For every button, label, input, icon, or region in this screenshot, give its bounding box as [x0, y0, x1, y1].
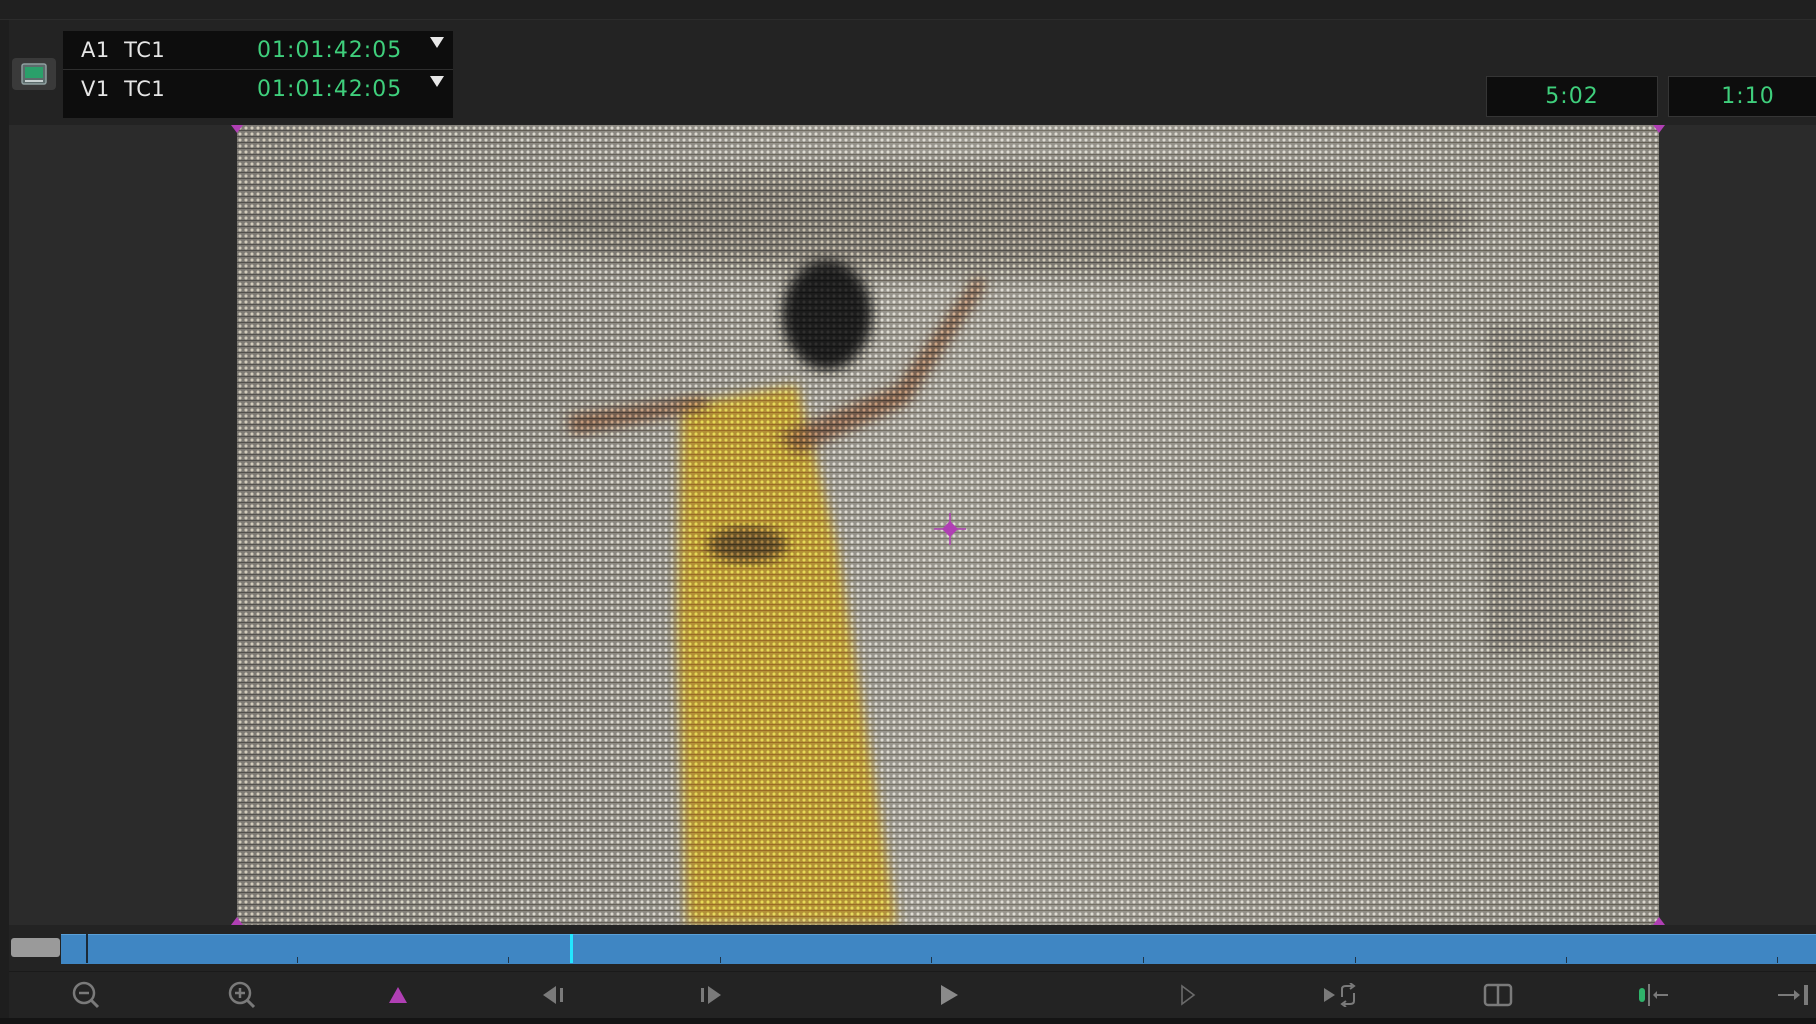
- crosshair-icon: [934, 513, 966, 545]
- position-bar[interactable]: [61, 934, 1816, 964]
- corner-marker-icon: [231, 917, 243, 925]
- split-view-button[interactable]: [1476, 976, 1520, 1014]
- mark-clip-button[interactable]: [376, 976, 420, 1014]
- track-label: A1 TC1: [81, 38, 166, 62]
- trim-icon: [1639, 984, 1668, 1006]
- dropdown-arrow-icon[interactable]: [430, 37, 444, 48]
- timecode-display: A1 TC1 01:01:42:05 V1 TC1 01:01:42:05: [63, 31, 453, 118]
- corner-marker-icon: [1653, 125, 1665, 133]
- timecode-row-v1[interactable]: V1 TC1 01:01:42:05: [63, 70, 453, 108]
- zoom-in-button[interactable]: [220, 976, 264, 1014]
- play-button[interactable]: [927, 976, 971, 1014]
- zoom-in-icon: [228, 981, 256, 1009]
- duration-display-right[interactable]: 1:10: [1668, 76, 1816, 117]
- zoom-out-button[interactable]: [64, 976, 108, 1014]
- zoom-out-icon: [72, 981, 100, 1009]
- monitor-icon: [21, 63, 47, 85]
- step-back-button[interactable]: [532, 976, 576, 1014]
- corner-marker-icon: [231, 125, 243, 133]
- trim-button[interactable]: [1631, 976, 1675, 1014]
- scrubber-zoom-handle[interactable]: [11, 938, 60, 957]
- track-label: V1 TC1: [81, 77, 166, 101]
- position-tick: [1355, 957, 1356, 963]
- corner-marker-icon: [1653, 917, 1665, 925]
- duration-display-left[interactable]: 5:02: [1486, 76, 1658, 117]
- top-strip: [0, 0, 1816, 20]
- playhead[interactable]: [570, 934, 573, 963]
- mark-clip-icon: [389, 987, 407, 1003]
- play-reverse-outline-icon: [1181, 984, 1196, 1006]
- split-view-icon: [1483, 983, 1513, 1007]
- loop-play-icon: [1324, 983, 1356, 1007]
- position-tick: [931, 957, 932, 963]
- go-to-end-button[interactable]: [1772, 976, 1816, 1014]
- transport-bar: [9, 971, 1816, 1019]
- position-tick: [1566, 957, 1567, 963]
- step-back-icon: [543, 986, 563, 1004]
- step-forward-icon: [701, 986, 721, 1004]
- position-tick: [1143, 957, 1144, 963]
- position-tick: [1777, 957, 1778, 963]
- timecode-value: 01:01:42:05: [257, 76, 403, 102]
- position-tick: [720, 957, 721, 963]
- timecode-row-a1[interactable]: A1 TC1 01:01:42:05: [63, 31, 453, 70]
- loop-play-button[interactable]: [1320, 976, 1364, 1014]
- timecode-value: 01:01:42:05: [257, 37, 403, 63]
- play-reverse-button[interactable]: [1165, 976, 1209, 1014]
- dropdown-arrow-icon[interactable]: [430, 76, 444, 87]
- step-forward-button[interactable]: [688, 976, 732, 1014]
- position-tick: [297, 957, 298, 963]
- position-bar-start: [86, 934, 88, 963]
- play-icon: [941, 985, 958, 1005]
- position-tick: [508, 957, 509, 963]
- bottom-strip: [0, 1018, 1816, 1024]
- go-to-end-icon: [1778, 985, 1808, 1005]
- monitor-toggle-button[interactable]: [12, 58, 56, 90]
